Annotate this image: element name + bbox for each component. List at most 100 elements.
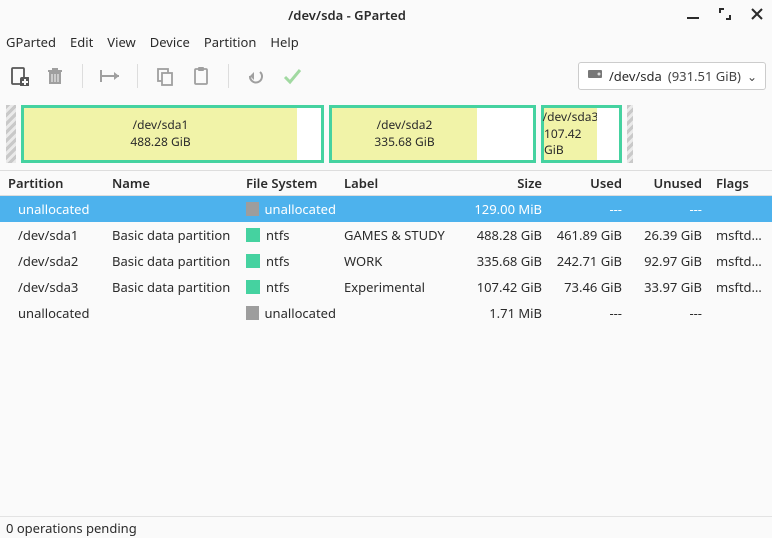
col-used[interactable]: Used <box>546 174 626 192</box>
cell-partition: unallocated <box>0 200 108 218</box>
col-partition[interactable]: Partition <box>0 174 108 192</box>
diskmap-part-size: 488.28 GiB <box>130 134 190 151</box>
disk-map: /dev/sda1488.28 GiB/dev/sda2335.68 GiB/d… <box>0 98 772 170</box>
menu-help[interactable]: Help <box>270 33 298 51</box>
diskmap-free-space <box>297 108 321 160</box>
fs-swatch-icon <box>246 306 259 320</box>
chevron-down-icon: ⌄ <box>747 68 757 85</box>
col-flags[interactable]: Flags <box>706 174 766 192</box>
close-button[interactable] <box>750 7 764 24</box>
menu-edit[interactable]: Edit <box>70 33 93 51</box>
cell-label: GAMES & STUDY <box>340 226 460 244</box>
cell-fs: unallocated <box>242 304 340 322</box>
trash-icon <box>45 66 65 86</box>
diskmap-part-name: /dev/sda2 <box>377 117 433 134</box>
menu-gparted[interactable]: GParted <box>6 33 56 51</box>
diskmap-partition[interactable]: /dev/sda2335.68 GiB <box>329 105 536 163</box>
minimize-button[interactable] <box>686 7 700 24</box>
menu-device[interactable]: Device <box>150 33 190 51</box>
close-icon <box>750 7 764 21</box>
cell-partition: /dev/sda1 <box>0 226 108 244</box>
partition-table: Partition Name File System Label Size Us… <box>0 170 772 516</box>
fs-swatch-icon <box>246 280 260 294</box>
device-path: /dev/sda <box>609 67 662 85</box>
menu-partition[interactable]: Partition <box>204 33 257 51</box>
device-selector[interactable]: /dev/sda (931.51 GiB) ⌄ <box>578 62 766 90</box>
copy-button[interactable] <box>152 63 178 89</box>
device-size: (931.51 GiB) <box>668 67 741 85</box>
cell-partition: /dev/sda2 <box>0 252 108 270</box>
document-plus-icon <box>9 66 29 86</box>
table-row[interactable]: unallocatedunallocated129.00 MiB------ <box>0 196 772 222</box>
new-partition-button[interactable] <box>6 63 32 89</box>
diskmap-unallocated[interactable] <box>6 105 16 163</box>
cell-label: Experimental <box>340 278 460 296</box>
paste-button[interactable] <box>188 63 214 89</box>
undo-button[interactable] <box>243 63 269 89</box>
diskmap-partition[interactable]: /dev/sda3107.42 GiB <box>541 105 622 163</box>
cell-unused: 26.39 GiB <box>626 226 706 244</box>
cell-unused: --- <box>626 200 706 218</box>
disk-icon <box>587 66 603 86</box>
menu-view[interactable]: View <box>107 33 135 51</box>
check-icon <box>282 66 302 86</box>
resize-move-button[interactable] <box>97 63 123 89</box>
cell-partition: unallocated <box>0 304 108 322</box>
col-name[interactable]: Name <box>108 174 242 192</box>
cell-fs: ntfs <box>242 252 340 270</box>
cell-partition: /dev/sda3 <box>0 278 108 296</box>
fs-swatch-icon <box>246 228 260 242</box>
diskmap-part-name: /dev/sda1 <box>133 117 189 134</box>
cell-fs: ntfs <box>242 226 340 244</box>
table-row[interactable]: /dev/sda1Basic data partitionntfsGAMES &… <box>0 222 772 248</box>
cell-flags: msftdata <box>706 278 766 296</box>
statusbar: 0 operations pending <box>0 516 772 538</box>
diskmap-part-size: 335.68 GiB <box>374 134 434 151</box>
cell-used: 461.89 GiB <box>546 226 626 244</box>
window-title: /dev/sda - GParted <box>8 6 686 24</box>
maximize-button[interactable] <box>718 7 732 24</box>
resize-icon <box>99 66 121 86</box>
col-fs[interactable]: File System <box>242 174 340 192</box>
cell-fs: ntfs <box>242 278 340 296</box>
cell-unused: --- <box>626 304 706 322</box>
table-body: unallocatedunallocated129.00 MiB------/d… <box>0 196 772 326</box>
cell-name: Basic data partition <box>108 278 242 296</box>
menubar: GParted Edit View Device Partition Help <box>0 30 772 54</box>
diskmap-partition[interactable]: /dev/sda1488.28 GiB <box>21 105 324 163</box>
table-header: Partition Name File System Label Size Us… <box>0 170 772 196</box>
cell-label: WORK <box>340 252 460 270</box>
cell-unused: 92.97 GiB <box>626 252 706 270</box>
cell-size: 107.42 GiB <box>460 278 546 296</box>
diskmap-unallocated[interactable] <box>627 105 633 163</box>
table-row[interactable]: unallocatedunallocated1.71 MiB------ <box>0 300 772 326</box>
diskmap-free-space <box>597 108 619 160</box>
toolbar-separator <box>82 64 83 88</box>
col-label[interactable]: Label <box>340 174 460 192</box>
cell-used: --- <box>546 200 626 218</box>
table-row[interactable]: /dev/sda2Basic data partitionntfsWORK335… <box>0 248 772 274</box>
undo-icon <box>246 66 266 86</box>
apply-button[interactable] <box>279 63 305 89</box>
toolbar: /dev/sda (931.51 GiB) ⌄ <box>0 54 772 98</box>
toolbar-separator <box>228 64 229 88</box>
diskmap-part-size: 107.42 GiB <box>544 126 597 160</box>
status-text: 0 operations pending <box>6 519 137 537</box>
cell-name: Basic data partition <box>108 226 242 244</box>
col-unused[interactable]: Unused <box>626 174 706 192</box>
cell-used: 242.71 GiB <box>546 252 626 270</box>
delete-partition-button[interactable] <box>42 63 68 89</box>
copy-icon <box>155 66 175 86</box>
window-controls <box>686 7 764 24</box>
col-size[interactable]: Size <box>460 174 546 192</box>
toolbar-separator <box>137 64 138 88</box>
fs-swatch-icon <box>246 202 259 216</box>
titlebar: /dev/sda - GParted <box>0 0 772 30</box>
paste-icon <box>191 66 211 86</box>
cell-fs: unallocated <box>242 200 340 218</box>
cell-name: Basic data partition <box>108 252 242 270</box>
diskmap-free-space <box>477 108 533 160</box>
table-row[interactable]: /dev/sda3Basic data partitionntfsExperim… <box>0 274 772 300</box>
fs-swatch-icon <box>246 254 260 268</box>
cell-size: 129.00 MiB <box>460 200 546 218</box>
